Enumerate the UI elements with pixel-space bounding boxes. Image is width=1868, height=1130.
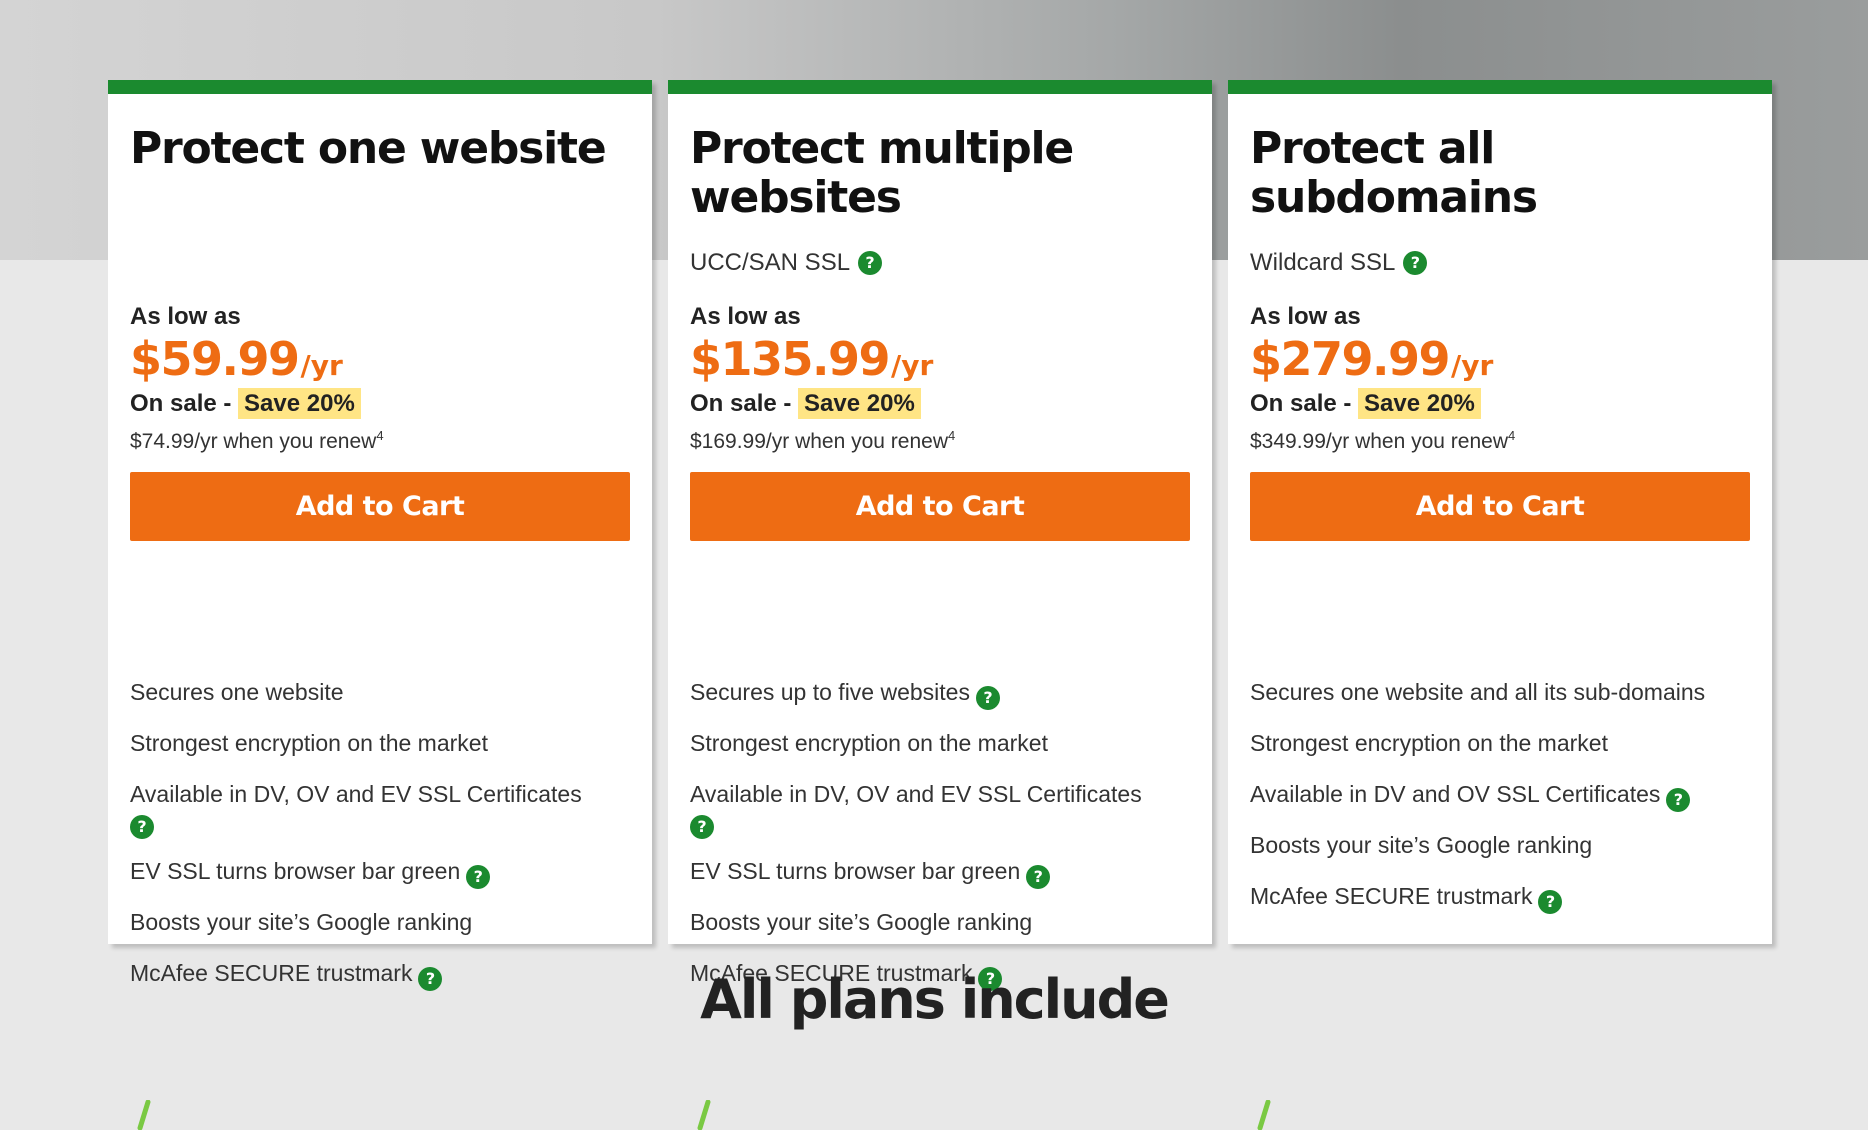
price-line: $135.99/yr: [690, 334, 1190, 384]
check-icon: [697, 1100, 711, 1130]
footnote-marker[interactable]: 4: [948, 428, 955, 443]
feature-text: Available in DV, OV and EV SSL Certifica…: [130, 781, 582, 807]
plan-title: Protect one website: [130, 123, 607, 174]
add-to-cart-button[interactable]: Add to Cart: [130, 472, 630, 541]
feature-text: Boosts your site’s Google ranking: [130, 909, 473, 935]
feature-text: Strongest encryption on the market: [1250, 730, 1608, 756]
feature-text: Available in DV, OV and EV SSL Certifica…: [690, 781, 1142, 807]
add-to-cart-button[interactable]: Add to Cart: [690, 472, 1190, 541]
all-plans-heading: All plans include: [700, 968, 1170, 1031]
feature-list: Secures up to five websites? Strongest en…: [690, 674, 1190, 1006]
help-icon[interactable]: ?: [1538, 890, 1563, 914]
feature-text: EV SSL turns browser bar green: [130, 858, 461, 884]
feature-text: Secures up to five websites: [690, 679, 970, 705]
feature-item: Available in DV and OV SSL Certificates?: [1250, 776, 1750, 813]
feature-item: Secures one website and all its sub-doma…: [1250, 674, 1750, 711]
price-period: /yr: [1451, 349, 1494, 382]
feature-text: Strongest encryption on the market: [130, 730, 488, 756]
price-block: As low as $279.99/yr On sale - Save 20% $34…: [1250, 302, 1750, 453]
save-badge: Save 20%: [1358, 388, 1481, 419]
check-icon: [1257, 1100, 1271, 1130]
feature-list: Secures one website and all its sub-doma…: [1250, 674, 1750, 929]
as-low-as-label: As low as: [690, 303, 801, 330]
feature-item: Strongest encryption on the market: [1250, 725, 1750, 762]
feature-list: Secures one website Strongest encryption …: [130, 674, 630, 1006]
plan-subtitle-text: UCC/SAN SSL: [690, 249, 851, 276]
feature-text: McAfee SECURE trustmark: [1250, 883, 1533, 909]
footnote-marker[interactable]: 4: [376, 428, 383, 443]
feature-text: Boosts your site’s Google ranking: [690, 909, 1033, 935]
help-icon[interactable]: ?: [690, 815, 714, 839]
price-block: As low as $59.99/yr On sale - Save 20% $74.…: [130, 302, 630, 453]
feature-item: McAfee SECURE trustmark?: [1250, 878, 1750, 915]
help-icon[interactable]: ?: [466, 865, 491, 889]
feature-text: Boosts your site’s Google ranking: [1250, 832, 1593, 858]
price-block: As low as $135.99/yr On sale - Save 20% $16…: [690, 302, 1190, 453]
plan-title: Protect all subdomains: [1250, 123, 1538, 223]
feature-item: Secures one website: [130, 674, 630, 711]
help-icon[interactable]: ?: [1666, 788, 1691, 812]
sale-label: On sale -: [690, 390, 799, 417]
plan-subtitle: Wildcard SSL?: [1250, 249, 1428, 277]
sale-label: On sale -: [130, 390, 239, 417]
sale-line: On sale - Save 20%: [1250, 386, 1750, 422]
renew-text: $349.99/yr when you renew: [1250, 430, 1508, 453]
price: $135.99: [690, 332, 891, 386]
save-badge: Save 20%: [798, 388, 921, 419]
price-period: /yr: [300, 349, 343, 382]
feature-item: Secures up to five websites?: [690, 674, 1190, 711]
feature-item: Strongest encryption on the market: [130, 725, 630, 762]
plan-card-one-website: Protect one website As low as $59.99/yr On …: [108, 80, 652, 991]
price-line: $279.99/yr: [1250, 334, 1750, 384]
plan-subtitle-text: Wildcard SSL: [1250, 249, 1396, 276]
feature-text: Secures one website: [130, 679, 344, 705]
plan-title: Protect multiple websites: [690, 123, 1074, 223]
help-icon[interactable]: ?: [975, 686, 1000, 710]
renew-price: $169.99/yr when you renew4: [690, 422, 1190, 453]
feature-text: Strongest encryption on the market: [690, 730, 1048, 756]
feature-item: Available in DV, OV and EV SSL Certifica…: [130, 776, 630, 839]
renew-price: $349.99/yr when you renew4: [1250, 422, 1750, 453]
renew-price: $74.99/yr when you renew4: [130, 422, 630, 453]
plan-subtitle: UCC/SAN SSL?: [690, 249, 883, 277]
check-icon: [137, 1100, 151, 1130]
save-badge: Save 20%: [238, 388, 361, 419]
plan-card-all-subdomains: Protect all subdomains Wildcard SSL? As lo…: [1228, 80, 1772, 944]
help-icon[interactable]: ?: [1026, 865, 1051, 889]
feature-text: EV SSL turns browser bar green: [690, 858, 1021, 884]
plan-card-multiple-websites: Protect multiple websites UCC/SAN SSL? As …: [668, 80, 1212, 991]
as-low-as-label: As low as: [1250, 303, 1361, 330]
price-line: $59.99/yr: [130, 334, 630, 384]
feature-item: EV SSL turns browser bar green?: [130, 853, 630, 890]
help-icon[interactable]: ?: [1403, 251, 1428, 275]
price: $279.99: [1250, 332, 1451, 386]
as-low-as-label: As low as: [130, 303, 241, 330]
price: $59.99: [130, 332, 300, 386]
feature-text: Secures one website and all its sub-doma…: [1250, 679, 1706, 705]
feature-item: Boosts your site’s Google ranking: [690, 904, 1190, 941]
footnote-marker[interactable]: 4: [1508, 428, 1515, 443]
sale-label: On sale -: [1250, 390, 1359, 417]
feature-item: EV SSL turns browser bar green?: [690, 853, 1190, 890]
feature-item: Strongest encryption on the market: [690, 725, 1190, 762]
renew-text: $169.99/yr when you renew: [690, 430, 948, 453]
feature-item: Available in DV, OV and EV SSL Certifica…: [690, 776, 1190, 839]
sale-line: On sale - Save 20%: [690, 386, 1190, 422]
renew-text: $74.99/yr when you renew: [130, 430, 377, 453]
sale-line: On sale - Save 20%: [130, 386, 630, 422]
add-to-cart-button[interactable]: Add to Cart: [1250, 472, 1750, 541]
price-period: /yr: [891, 349, 934, 382]
feature-item: Boosts your site’s Google ranking: [130, 904, 630, 941]
feature-text: Available in DV and OV SSL Certificates: [1250, 781, 1661, 807]
feature-item: Boosts your site’s Google ranking: [1250, 827, 1750, 864]
help-icon[interactable]: ?: [130, 815, 154, 839]
help-icon[interactable]: ?: [858, 251, 883, 275]
